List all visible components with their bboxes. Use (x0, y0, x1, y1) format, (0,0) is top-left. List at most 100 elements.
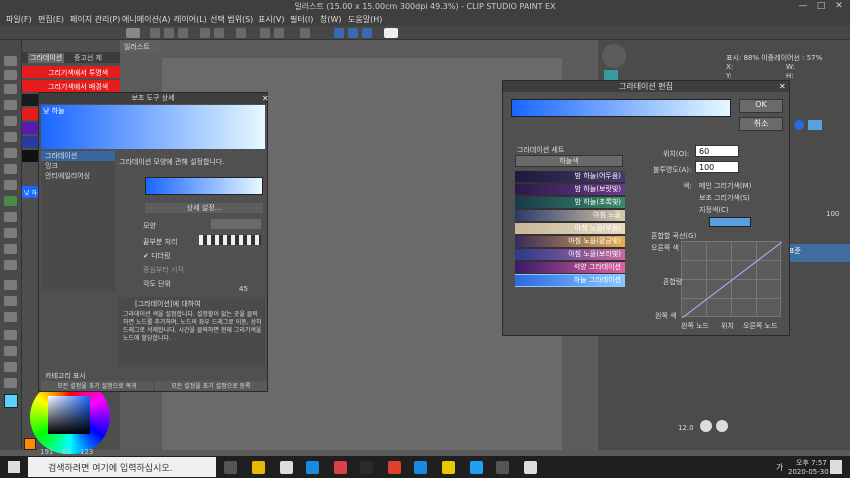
swatch-red-1[interactable]: 그리기색에서 투명색 (22, 66, 120, 78)
notification-icon[interactable] (830, 460, 842, 474)
gradient-list-item[interactable]: 하늘 그라데이션 (515, 274, 625, 287)
snap-grid-icon[interactable] (362, 28, 372, 38)
mail-icon[interactable] (414, 461, 427, 474)
gradient-set-select[interactable]: 하늘색 (515, 155, 623, 167)
gradient-list-item[interactable]: 아침 노을(부옴) (515, 223, 625, 234)
add-icon[interactable] (700, 420, 712, 432)
gradient-list-item[interactable]: 아침 노을(황금빛) (515, 236, 625, 247)
select-tool-icon[interactable] (4, 100, 17, 110)
subtool-detail-close-icon[interactable]: ✕ (262, 94, 269, 103)
navigator-icon[interactable] (602, 44, 626, 68)
gradient-tool-icon[interactable] (4, 196, 17, 206)
color-square[interactable] (48, 396, 90, 434)
gradient-edit-close-icon[interactable]: ✕ (779, 82, 788, 91)
brush-tool-icon[interactable] (4, 180, 17, 190)
chrome-icon[interactable] (388, 461, 401, 474)
new-file-icon[interactable] (150, 28, 160, 38)
gradient-list-item[interactable]: 밤 하늘(어두움) (515, 171, 625, 182)
tab-gradient[interactable]: 그라데이션 (28, 53, 65, 63)
gradient-bar-small[interactable] (145, 177, 263, 195)
color-custom-radio[interactable]: 지정색(C) (699, 205, 729, 215)
position-input[interactable]: 60 (695, 145, 739, 157)
clip-studio-paint-icon[interactable] (524, 461, 537, 474)
color-swatch-blue[interactable] (808, 120, 822, 130)
pen-tool-icon[interactable] (4, 164, 17, 174)
from-center-label[interactable]: 중심부터 시작 (143, 265, 184, 275)
figure-tool-icon[interactable] (4, 244, 17, 254)
menu-page[interactable]: 페이지 관리(P) (70, 14, 120, 25)
gradient-list-item[interactable]: 밤 하늘(보랏빛) (515, 184, 625, 195)
taskbar-search-input[interactable]: 검색하려면 여기에 입력하십시오. (28, 457, 216, 477)
file-explorer-icon[interactable] (252, 461, 265, 474)
menu-edit[interactable]: 편집(E) (38, 14, 64, 25)
eraser-tool-icon[interactable] (4, 228, 17, 238)
ok-button[interactable]: OK (739, 99, 783, 113)
gradient-list-item[interactable]: 아침 노을(보라빛) (515, 249, 625, 260)
snap-icon[interactable] (334, 28, 344, 38)
swatch-red-2[interactable]: 그리기색에서 배경색 (22, 80, 120, 92)
mix-curve-checkbox[interactable]: 혼합할 곡선(G) (651, 231, 696, 241)
menu-selection[interactable]: 선택 범위(S) (210, 14, 253, 25)
custom-color-swatch[interactable] (709, 217, 751, 227)
canvas-tab[interactable]: 일러스트 (120, 40, 160, 52)
clip-studio-taskbar-icon[interactable] (496, 461, 509, 474)
menu-view[interactable]: 표시(V) (258, 14, 284, 25)
twitter-icon[interactable] (470, 461, 483, 474)
sub-color-icon[interactable] (24, 438, 36, 450)
edge-icon[interactable] (306, 461, 319, 474)
input-method[interactable]: 가 (776, 462, 783, 473)
category-gradient[interactable]: 그라데이션 (41, 151, 115, 161)
snap-ruler-icon[interactable] (348, 28, 358, 38)
zoom-tool-icon[interactable] (4, 70, 17, 80)
menu-file[interactable]: 파일(F) (6, 14, 32, 25)
maximize-button[interactable]: □ (814, 0, 828, 12)
balloon-tool-icon[interactable] (4, 296, 17, 306)
minimize-button[interactable]: — (796, 0, 810, 12)
deselect-icon[interactable] (300, 28, 310, 38)
shape-options[interactable] (211, 219, 261, 229)
save-icon[interactable] (178, 28, 188, 38)
store-icon[interactable] (280, 461, 293, 474)
detail-settings-button[interactable]: 상세 설정... (145, 203, 263, 213)
reset-all-button[interactable]: 모든 설정을 초기 설정으로 복귀 (41, 381, 153, 391)
mix-curve-graph[interactable] (681, 241, 782, 318)
main-color-icon[interactable] (4, 394, 18, 408)
tab-line[interactable]: 중고선 제 (74, 53, 102, 63)
show-category-checkbox[interactable]: 카테고리 표시 (45, 371, 86, 381)
category-ink[interactable]: 잉크 (41, 161, 115, 171)
menu-animation[interactable]: 애니메이션(A) (122, 14, 171, 25)
text-a-icon[interactable] (4, 362, 17, 372)
cancel-button[interactable]: 취소 (739, 117, 783, 131)
fill-icon[interactable] (260, 28, 270, 38)
category-antialias[interactable]: 안티에일리어싱 (41, 171, 115, 181)
blend-tool-icon[interactable] (4, 260, 17, 270)
kakaotalk-icon[interactable] (442, 461, 455, 474)
lasso-tool-icon[interactable] (4, 116, 17, 126)
color-main-radio[interactable]: 메인 그리기색(M) (699, 181, 751, 191)
end-process-options[interactable] (199, 235, 261, 245)
text-tool-icon[interactable] (4, 280, 17, 290)
help-icon[interactable] (384, 28, 398, 38)
gradient-list-item[interactable]: 아침 노을 (515, 210, 625, 221)
clip-studio-icon[interactable] (126, 28, 140, 38)
redo-icon[interactable] (214, 28, 224, 38)
fill-tool-icon[interactable] (4, 212, 17, 222)
pipette-icon[interactable] (4, 378, 17, 388)
wand-tool-icon[interactable] (4, 132, 17, 142)
undo-icon[interactable] (200, 28, 210, 38)
remove-icon[interactable] (716, 420, 728, 432)
hand-tool-icon[interactable] (4, 56, 17, 66)
steam-icon[interactable] (360, 461, 373, 474)
correct-line-icon[interactable] (4, 330, 17, 340)
opacity-input[interactable]: 100 (695, 161, 739, 173)
windows-start-icon[interactable] (8, 461, 20, 473)
gradient-list-item[interactable]: 밤 하늘(초록빛) (515, 197, 625, 208)
color-dot[interactable] (794, 120, 804, 130)
open-file-icon[interactable] (164, 28, 174, 38)
gradient-list-item[interactable]: 석양 그라데이션 (515, 262, 625, 273)
eyedropper-icon[interactable] (4, 148, 17, 158)
close-button[interactable]: ✕ (832, 0, 846, 12)
app-icon-1[interactable] (334, 461, 347, 474)
menu-layer[interactable]: 레이어(L) (174, 14, 207, 25)
ruler-tool-icon[interactable] (4, 312, 17, 322)
